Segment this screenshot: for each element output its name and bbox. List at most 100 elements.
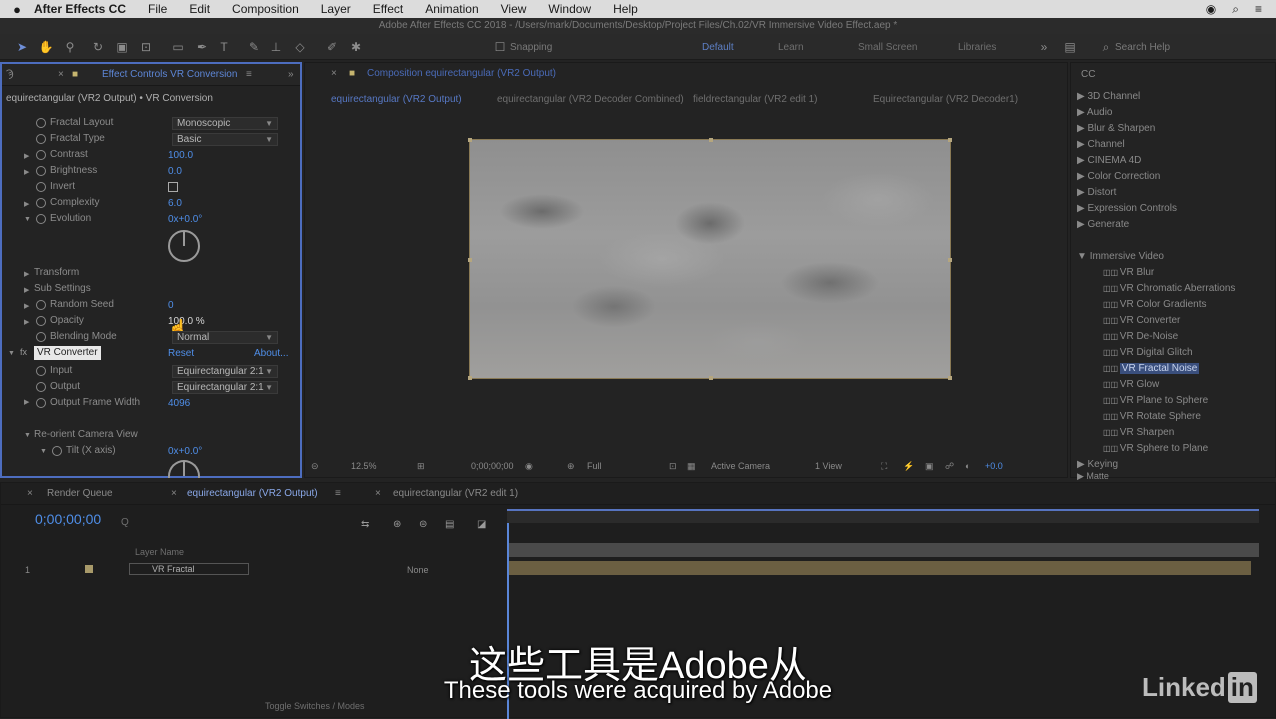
menu-animation[interactable]: Animation	[425, 2, 478, 16]
tab-render-queue[interactable]: Render Queue	[47, 488, 113, 499]
expand-panels-icon[interactable]: »	[288, 69, 294, 80]
pen-tool-icon[interactable]: ✒	[194, 39, 210, 55]
transform-handle[interactable]	[468, 138, 472, 142]
breadcrumb-3[interactable]: Equirectangular (VR2 Decoder1)	[873, 93, 1018, 107]
expand-triangle-icon[interactable]: ▶	[24, 168, 29, 176]
motion-blur-icon[interactable]: ◪	[477, 519, 486, 530]
timeline-timecode[interactable]: 0;00;00;00	[35, 511, 101, 527]
stopwatch-icon[interactable]	[36, 366, 46, 376]
random-seed-value[interactable]: 0	[168, 300, 174, 311]
tab-equirectangular-output[interactable]: equirectangular (VR2 Output)	[187, 488, 318, 499]
folder-item[interactable]: ▶ Generate	[1077, 219, 1129, 230]
shy-layers-icon[interactable]: ⊜	[419, 519, 427, 530]
folder-item[interactable]: ▶ Distort	[1077, 187, 1116, 198]
fractal-type-dropdown[interactable]: Basic ▼	[172, 133, 278, 146]
tab-effect-controls[interactable]: Effect Controls VR Conversion	[102, 69, 237, 80]
expand-triangle-icon[interactable]: ▶	[24, 398, 29, 406]
fractal-layout-dropdown[interactable]: Monoscopic ▼	[172, 117, 278, 130]
stopwatch-icon[interactable]	[36, 198, 46, 208]
always-preview-icon[interactable]: ⊝	[311, 461, 319, 472]
fast-previews-icon[interactable]: ⚡	[903, 461, 914, 472]
stopwatch-icon[interactable]	[52, 446, 62, 456]
folder-item[interactable]: ▶ Audio	[1077, 107, 1113, 118]
effect-list-item[interactable]: ◫◫ VR Glow	[1103, 379, 1159, 390]
snapping-checkbox-icon[interactable]: ☐	[492, 39, 508, 55]
exposure-value[interactable]: +0.0	[985, 461, 1003, 471]
app-name-menu[interactable]: After Effects CC	[34, 2, 126, 16]
menu-effect[interactable]: Effect	[373, 2, 403, 16]
sub-settings-group[interactable]: Sub Settings	[34, 282, 91, 296]
notification-center-icon[interactable]: ≡	[1255, 2, 1262, 17]
close-tab-icon[interactable]: ×	[375, 488, 381, 499]
transform-handle[interactable]	[948, 258, 952, 262]
folder-item[interactable]: ▶ Expression Controls	[1077, 203, 1177, 214]
stopwatch-icon[interactable]	[36, 134, 46, 144]
reset-exposure-icon[interactable]: ◐	[965, 461, 970, 471]
folder-item[interactable]: ▶ 3D Channel	[1077, 91, 1140, 102]
panel-collapse-icon[interactable]: Ϡ	[6, 69, 14, 80]
region-of-interest-icon[interactable]: ⊡	[669, 461, 677, 472]
transform-handle[interactable]	[709, 138, 713, 142]
camera-view-dropdown[interactable]: Active Camera	[711, 461, 770, 471]
resolution-dropdown[interactable]: Full	[587, 461, 602, 471]
effect-list-item[interactable]: ◫◫ VR Converter	[1103, 315, 1180, 326]
lock-icon[interactable]: ■	[72, 69, 78, 80]
creative-cloud-icon[interactable]: ◉	[1206, 2, 1216, 17]
tab-composition[interactable]: Composition equirectangular (VR2 Output)	[367, 68, 556, 79]
flowchart-icon[interactable]: ☍	[945, 461, 954, 472]
effect-list-item[interactable]: ◫◫ VR Color Gradients	[1103, 299, 1206, 310]
puppet-tool-icon[interactable]: ✱	[348, 39, 364, 55]
stopwatch-icon[interactable]	[36, 332, 46, 342]
search-help-input[interactable]: Search Help	[1115, 42, 1170, 53]
selection-tool-icon[interactable]: ➤	[14, 39, 30, 55]
brush-tool-icon[interactable]: ✎	[246, 39, 262, 55]
breadcrumb-1[interactable]: equirectangular (VR2 Decoder Combined)	[497, 93, 684, 107]
layer-label-color[interactable]	[85, 565, 93, 573]
pan-behind-tool-icon[interactable]: ⊡	[138, 39, 154, 55]
reorient-camera-view-group[interactable]: Re-orient Camera View	[34, 428, 138, 442]
expand-triangle-icon[interactable]: ▼	[24, 432, 31, 439]
workspace-default[interactable]: Default	[702, 42, 734, 53]
effect-list-item[interactable]: ◫◫ VR Rotate Sphere	[1103, 411, 1201, 422]
effect-list-item[interactable]: ◫◫ VR De-Noise	[1103, 331, 1178, 342]
folder-item[interactable]: ▶ Color Correction	[1077, 171, 1160, 182]
workspace-libraries[interactable]: Libraries	[958, 42, 996, 53]
rectangle-tool-icon[interactable]: ▭	[170, 39, 186, 55]
layer-duration-bar[interactable]	[509, 561, 1251, 575]
transform-handle[interactable]	[709, 376, 713, 380]
stopwatch-icon[interactable]	[36, 118, 46, 128]
apple-icon[interactable]: ●	[0, 2, 34, 17]
parent-dropdown[interactable]: None	[407, 565, 429, 575]
menu-composition[interactable]: Composition	[232, 2, 299, 16]
stopwatch-icon[interactable]	[36, 166, 46, 176]
roto-brush-tool-icon[interactable]: ✐	[324, 39, 340, 55]
expand-triangle-icon[interactable]: ▶	[24, 318, 29, 326]
effect-list-item-selected[interactable]: ◫◫ VR Fractal Noise	[1103, 363, 1200, 374]
fx-toggle-icon[interactable]: fx	[20, 347, 27, 357]
expand-triangle-icon[interactable]: ▼	[8, 350, 15, 357]
snapshot-icon[interactable]: ◉	[525, 461, 533, 472]
draft-3d-icon[interactable]: ⊛	[393, 519, 401, 530]
vr-converter-effect[interactable]: VR Converter	[34, 346, 101, 360]
output-frame-width-value[interactable]: 4096	[168, 398, 190, 409]
layer-name-field[interactable]: VR Fractal	[129, 563, 249, 575]
stopwatch-icon[interactable]	[36, 214, 46, 224]
tab-menu-icon[interactable]: ≡	[335, 488, 341, 499]
channel-icon[interactable]: ⊕	[567, 461, 575, 472]
vr-converter-reset[interactable]: Reset	[168, 348, 194, 359]
grid-icon[interactable]: ⊞	[417, 461, 425, 472]
composition-viewer[interactable]	[468, 138, 952, 380]
timeline-search-input[interactable]: Q	[121, 517, 129, 528]
vr-converter-about[interactable]: About...	[254, 348, 288, 359]
effects-search-input[interactable]: CC	[1081, 69, 1095, 80]
search-icon[interactable]: ⌕	[1098, 39, 1114, 55]
zoom-tool-icon[interactable]: ⚲	[62, 39, 78, 55]
folder-item[interactable]: ▶ Channel	[1077, 139, 1125, 150]
clone-stamp-tool-icon[interactable]: ⊥	[268, 39, 284, 55]
tilt-angle-dial[interactable]	[168, 460, 200, 478]
evolution-value[interactable]: 0x+0.0°	[168, 214, 202, 225]
comp-mini-flowchart-icon[interactable]: ⇆	[361, 519, 369, 530]
blending-mode-dropdown[interactable]: Normal ▼	[172, 331, 278, 344]
breadcrumb-0[interactable]: equirectangular (VR2 Output)	[331, 93, 462, 107]
menu-edit[interactable]: Edit	[189, 2, 210, 16]
